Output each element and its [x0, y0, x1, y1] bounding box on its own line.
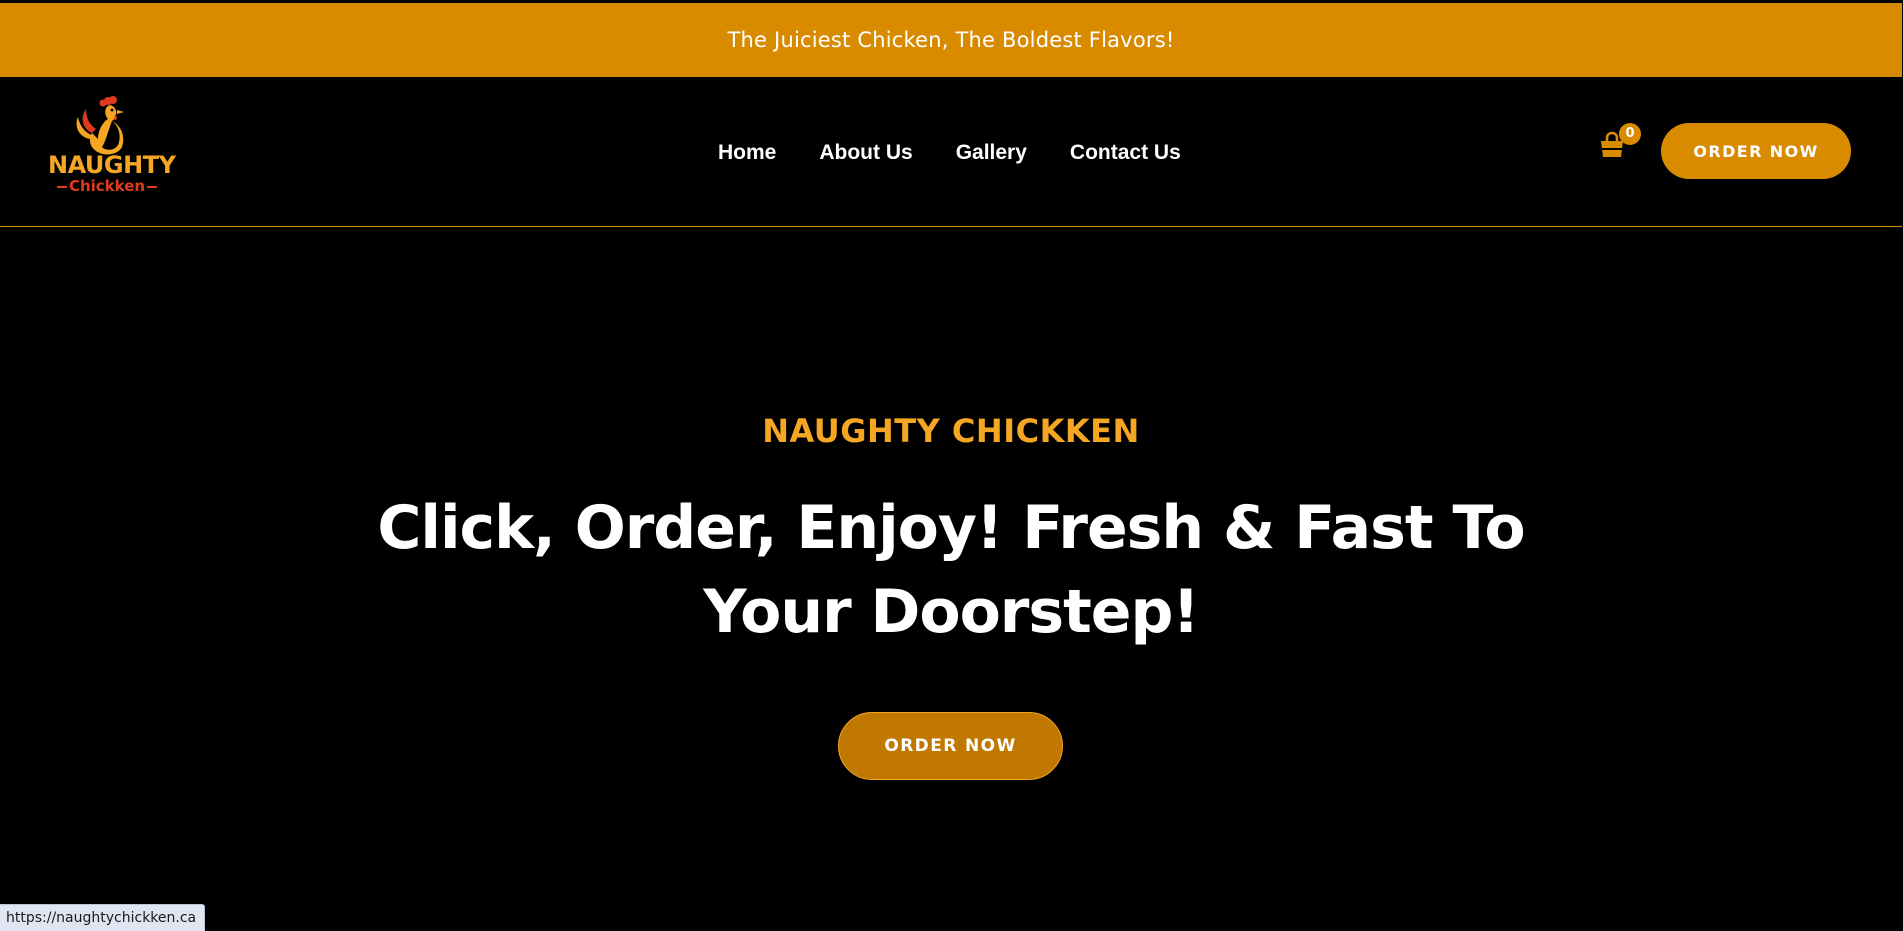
logo-subword-text: Chickken: [68, 177, 146, 195]
rooster-icon: [76, 96, 124, 155]
nav-contact-us[interactable]: Contact Us: [1070, 141, 1181, 165]
logo-wordmark: NAUGHTY: [48, 151, 176, 179]
cart-button[interactable]: 0: [1598, 123, 1641, 163]
nav-about-us[interactable]: About Us: [819, 141, 912, 165]
announcement-bar: The Juiciest Chicken, The Boldest Flavor…: [0, 3, 1902, 77]
header-order-now-button[interactable]: ORDER NOW: [1661, 123, 1851, 179]
hero-order-now-button[interactable]: ORDER NOW: [838, 712, 1063, 780]
announcement-text: The Juiciest Chicken, The Boldest Flavor…: [727, 28, 1175, 52]
status-bar-url: https://naughtychickken.ca: [0, 904, 206, 931]
logo-subword: Chickken: [48, 177, 166, 195]
site-header: NAUGHTY Chickken Home About Us Gallery C…: [0, 77, 1902, 227]
hero-eyebrow: NAUGHTY CHICKKEN: [762, 412, 1140, 450]
logo-dash-left: [56, 185, 67, 188]
cart-count-badge: 0: [1619, 123, 1641, 145]
hero-title: Click, Order, Enjoy! Fresh & Fast To You…: [377, 493, 1525, 647]
nav-gallery[interactable]: Gallery: [956, 141, 1027, 165]
page: The Juiciest Chicken, The Boldest Flavor…: [0, 0, 1903, 931]
logo-dash-right: [147, 185, 158, 188]
main-nav: Home About Us Gallery Contact Us: [718, 139, 1181, 167]
nav-home[interactable]: Home: [718, 141, 776, 165]
site-logo[interactable]: NAUGHTY Chickken: [48, 95, 176, 201]
